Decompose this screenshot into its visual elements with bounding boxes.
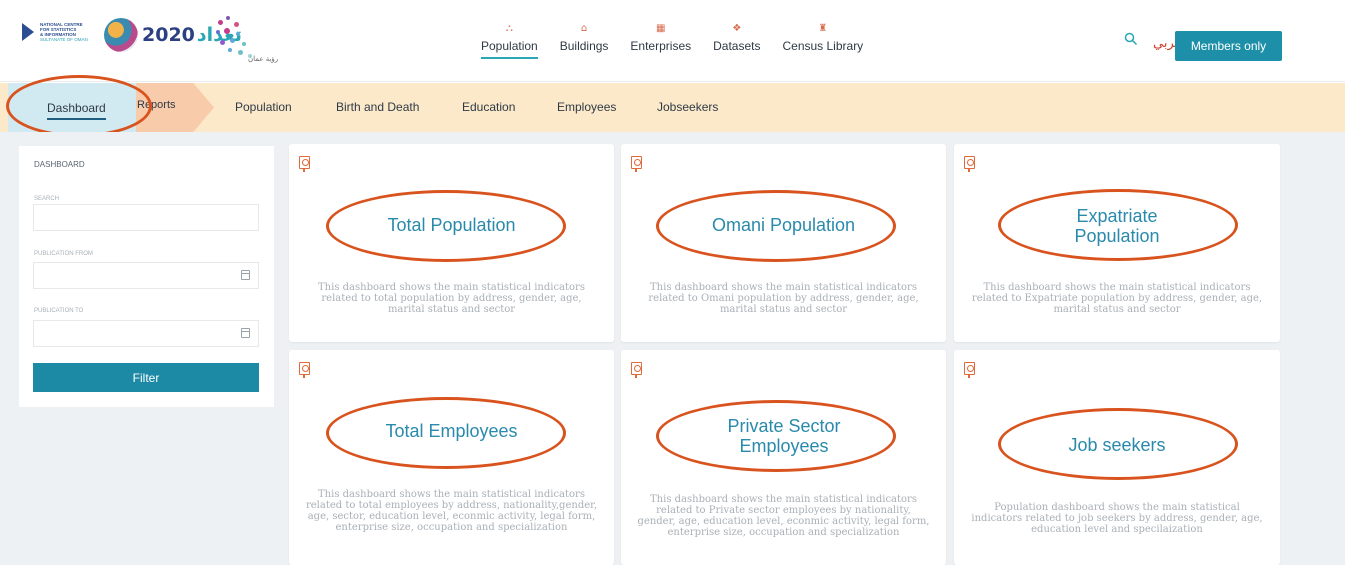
presentation-icon (631, 156, 642, 172)
presentation-icon (964, 362, 975, 378)
dashboard-card-expatriate-population[interactable]: Expatriate Population This dashboard sho… (954, 144, 1280, 342)
publication-from-label: PUBLICATION FROM (34, 251, 93, 257)
publication-to-label: PUBLICATION TO (34, 308, 84, 314)
enterprises-icon: ▦ (656, 23, 666, 34)
presentation-icon (964, 156, 975, 172)
census-emblem-icon (104, 18, 138, 52)
partner-logo-text: رؤية عمان (248, 55, 279, 63)
card-title[interactable]: Job seekers (954, 435, 1280, 455)
ncsi-sub: SULTANATE OF OMAN (40, 37, 88, 42)
nav-buildings[interactable]: ⌂ Buildings (549, 8, 620, 59)
calendar-icon[interactable] (241, 270, 250, 280)
nav-census-library[interactable]: ♜ Census Library (771, 8, 874, 59)
card-title[interactable]: Expatriate Population (1057, 206, 1177, 246)
filter-button[interactable]: Filter (33, 363, 259, 392)
card-title[interactable]: Total Population (289, 215, 614, 235)
dashboard-highlight-oval (6, 75, 152, 137)
nav-datasets[interactable]: ❖ Datasets (702, 8, 771, 59)
nav-buildings-label: Buildings (559, 39, 609, 53)
census-library-icon: ♜ (818, 23, 828, 34)
search-input[interactable] (33, 204, 259, 231)
dashboard-card-omani-population[interactable]: Omani Population This dashboard shows th… (621, 144, 946, 342)
presentation-icon (299, 362, 310, 378)
tab-education[interactable]: Education (462, 100, 515, 114)
main-nav: ⛬ Population ⌂ Buildings ▦ Enterprises ❖… (470, 8, 874, 59)
tab-employees[interactable]: Employees (557, 100, 616, 114)
population-icon: ⛬ (505, 23, 513, 34)
tab-birth-and-death[interactable]: Birth and Death (336, 100, 419, 114)
tab-population[interactable]: Population (235, 100, 292, 114)
publication-from-input[interactable] (33, 262, 259, 289)
sub-nav: Dashboard Reports Population Birth and D… (0, 83, 1345, 132)
dashboard-card-private-sector-employees[interactable]: Private Sector Employees This dashboard … (621, 350, 946, 565)
card-title[interactable]: Omani Population (621, 215, 946, 235)
presentation-icon (299, 156, 310, 172)
card-description: This dashboard shows the main statistica… (637, 494, 930, 538)
card-description: This dashboard shows the main statistica… (648, 282, 919, 315)
members-only-button[interactable]: Members only (1175, 31, 1282, 61)
card-description: This dashboard shows the main statistica… (318, 282, 585, 315)
presentation-icon (631, 362, 642, 378)
tab-jobseekers[interactable]: Jobseekers (657, 100, 718, 114)
ncsi-mark-icon (22, 23, 34, 41)
dashboard-card-total-employees[interactable]: Total Employees This dashboard shows the… (289, 350, 614, 565)
search-label: SEARCH (34, 196, 60, 202)
sidebar-title: DASHBOARD (34, 160, 85, 169)
card-title[interactable]: Total Employees (289, 421, 614, 441)
card-description: This dashboard shows the main statistica… (305, 489, 597, 533)
card-description: This dashboard shows the main statistica… (971, 282, 1263, 315)
nav-census-library-label: Census Library (782, 39, 864, 53)
nav-population[interactable]: ⛬ Population (470, 8, 549, 59)
nav-datasets-label: Datasets (713, 39, 761, 53)
census-year: 2020 (142, 24, 195, 46)
site-header: NATIONAL CENTRE FOR STATISTICS & INFORMA… (0, 0, 1345, 82)
search-icon[interactable] (1124, 32, 1138, 46)
ncsi-logo[interactable]: NATIONAL CENTRE FOR STATISTICS & INFORMA… (22, 22, 96, 42)
calendar-icon[interactable] (241, 328, 250, 338)
datasets-icon: ❖ (732, 23, 742, 34)
nav-population-label: Population (481, 39, 538, 59)
nav-enterprises[interactable]: ▦ Enterprises (619, 8, 702, 59)
buildings-icon: ⌂ (580, 23, 588, 34)
dashboard-card-total-population[interactable]: Total Population This dashboard shows th… (289, 144, 614, 342)
publication-to-input[interactable] (33, 320, 259, 347)
card-description: Population dashboard shows the main stat… (971, 502, 1263, 535)
card-title[interactable]: Private Sector Employees (711, 416, 857, 456)
nav-enterprises-label: Enterprises (630, 39, 692, 53)
dashboard-card-job-seekers[interactable]: Job seekers Population dashboard shows t… (954, 350, 1280, 565)
dashboard-filter-panel: DASHBOARD SEARCH PUBLICATION FROM PUBLIC… (19, 146, 274, 407)
